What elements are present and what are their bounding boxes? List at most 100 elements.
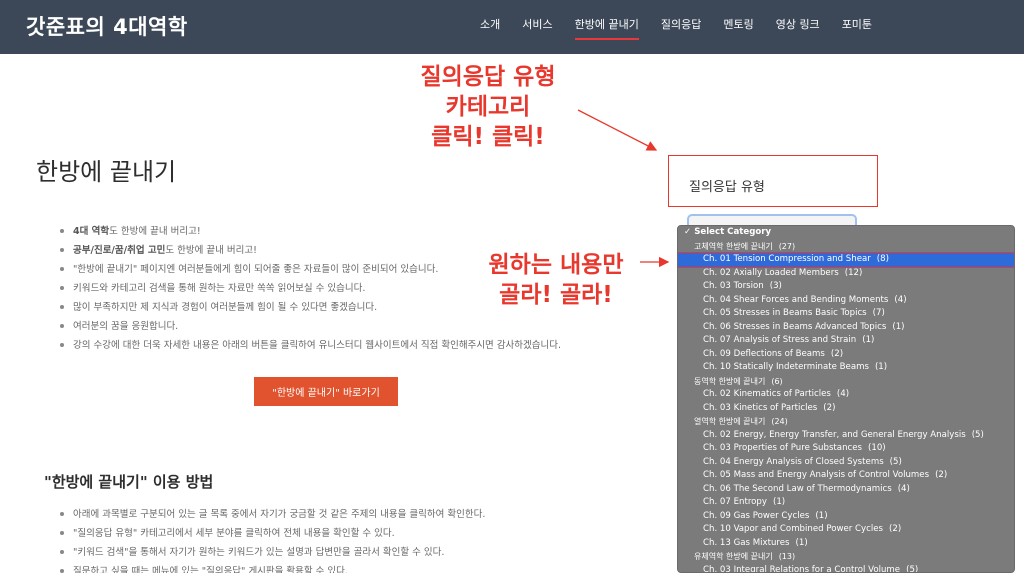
category-option[interactable]: Ch. 02 Energy, Energy Transfer, and Gene… xyxy=(678,429,1014,443)
option-label: Ch. 05 Mass and Energy Analysis of Contr… xyxy=(703,470,930,480)
category-option[interactable]: Ch. 03 Kinetics of Particles (2) xyxy=(678,402,1014,416)
option-count: (4) xyxy=(897,483,910,494)
option-label: Ch. 03 Properties of Pure Substances xyxy=(703,443,863,453)
option-count: (1) xyxy=(862,335,875,345)
annotation-line: 카테고리 xyxy=(445,94,531,120)
category-group-item[interactable]: 유체역학 한방에 끝내기 (13) xyxy=(678,550,1014,564)
top-navbar: 갓준표의 4대역학 소개 서비스 한방에 끝내기 질의응답 멘토링 영상 링크 포미툰 xyxy=(0,0,1024,54)
howto-item: 질문하고 싶을 때는 메뉴에 있는 "질의응답" 게시판을 활용할 수 있다. xyxy=(58,562,638,573)
intro-item-text: 여러분의 꿈을 응원합니다. xyxy=(73,321,179,332)
howto-list: 아래에 과목별로 구분되어 있는 글 목록 중에서 자기가 궁금할 것 같은 주… xyxy=(58,505,638,573)
option-count: (27) xyxy=(778,241,796,251)
annotation-line: 클릭! 클릭! xyxy=(431,124,545,150)
category-option[interactable]: Ch. 07 Entropy (1) xyxy=(678,496,1014,510)
intro-item-text: 도 한방에 끝내 버리고! xyxy=(165,245,257,256)
category-option[interactable]: Ch. 07 Analysis of Stress and Strain (1) xyxy=(678,334,1014,348)
option-label: Ch. 07 Analysis of Stress and Strain xyxy=(703,335,857,345)
category-option[interactable]: Ch. 04 Energy Analysis of Closed Systems… xyxy=(678,456,1014,470)
category-group-item[interactable]: 열역학 한방에 끝내기 (24) xyxy=(678,415,1014,429)
category-option[interactable]: Ch. 04 Shear Forces and Bending Moments (… xyxy=(678,294,1014,308)
intro-item-text: 강의 수강에 대한 더욱 자세한 내용은 아래의 버튼을 클릭하여 유니스터디 … xyxy=(73,340,562,351)
category-option[interactable]: Ch. 05 Mass and Energy Analysis of Contr… xyxy=(678,469,1014,483)
option-count: (24) xyxy=(771,417,788,426)
option-count: (4) xyxy=(894,294,907,305)
annotation-line: 질의응답 유형 xyxy=(420,64,556,90)
category-option[interactable]: Ch. 05 Stresses in Beams Basic Topics (7) xyxy=(678,307,1014,321)
intro-item-text: 많이 부족하지만 제 지식과 경험이 여러분들께 힘이 될 수 있다면 좋겠습니… xyxy=(73,302,378,313)
annotation-click-category: 질의응답 유형 카테고리 클릭! 클릭! xyxy=(398,62,578,152)
option-count: (1) xyxy=(772,497,786,507)
option-count: (4) xyxy=(836,389,850,399)
option-count: (2) xyxy=(889,524,902,534)
intro-item-text: 도 한방에 끝내 버리고! xyxy=(109,226,201,237)
intro-item: 강의 수강에 대한 더욱 자세한 내용은 아래의 버튼을 클릭하여 유니스터디 … xyxy=(58,336,638,355)
option-label: Ch. 10 Statically Indeterminate Beams xyxy=(703,362,869,372)
option-label: Ch. 13 Gas Mixtures xyxy=(703,537,790,548)
category-group-item[interactable]: 고체역학 한방에 끝내기 (27) xyxy=(678,240,1014,254)
option-label: Ch. 01 Tension Compression and Shear xyxy=(703,254,871,264)
go-to-unistudy-button[interactable]: "한방에 끝내기" 바로가기 xyxy=(254,377,398,406)
option-label: Ch. 05 Stresses in Beams Basic Topics xyxy=(703,308,867,318)
option-count: (1) xyxy=(892,321,905,332)
nav-item[interactable]: 서비스 xyxy=(522,16,552,40)
category-option[interactable]: Ch. 01 Tension Compression and Shear (8) xyxy=(678,252,1014,268)
category-option[interactable]: Ch. 02 Kinematics of Particles (4) xyxy=(678,388,1014,402)
option-label: Ch. 07 Entropy xyxy=(703,497,767,507)
intro-item-text: 키워드와 카테고리 검색을 통해 원하는 자료만 쏙쏙 읽어보실 수 있습니다. xyxy=(73,283,366,294)
nav-item[interactable]: 질의응답 xyxy=(661,16,701,40)
select-category-option[interactable]: ✓ Select Category xyxy=(678,226,1014,240)
nav-item[interactable]: 영상 링크 xyxy=(776,16,820,40)
nav-item[interactable]: 멘토링 xyxy=(723,16,753,40)
option-count: (1) xyxy=(874,362,888,372)
howto-item: "키워드 검색"을 통해서 자기가 원하는 키워드가 있는 설명과 답변만을 골… xyxy=(58,543,638,562)
option-label: Ch. 09 Deflections of Beams xyxy=(703,348,825,359)
option-count: (5) xyxy=(889,456,902,467)
intro-item-text: "한방에 끝내기" 페이지엔 여러분들에게 힘이 되어줄 좋은 자료들이 많이 … xyxy=(73,264,439,275)
category-option[interactable]: Ch. 03 Torsion (3) xyxy=(678,280,1014,294)
annotation-pick-content: 원하는 내용만 골라! 골라! xyxy=(472,250,640,310)
howto-item: "질의응답 유형" 카테고리에서 세부 분야를 클릭하여 전체 내용을 확인할 … xyxy=(58,524,638,543)
howto-title: "한방에 끝내기" 이용 방법 xyxy=(44,473,214,491)
category-option[interactable]: Ch. 09 Gas Power Cycles (1) xyxy=(678,510,1014,524)
option-count: (7) xyxy=(872,308,885,318)
option-label: 고체역학 한방에 끝내기 xyxy=(694,241,773,251)
option-label: Ch. 04 Energy Analysis of Closed Systems xyxy=(703,456,884,467)
intro-item-emphasis: 공부/진로/꿈/취업 고민 xyxy=(73,245,166,256)
option-label: 유체역학 한방에 끝내기 xyxy=(694,552,773,561)
nav-item[interactable]: 소개 xyxy=(480,16,500,40)
category-group-item[interactable]: 동역학 한방에 끝내기 (6) xyxy=(678,375,1014,389)
option-count: (6) xyxy=(771,376,783,386)
page-title: 한방에 끝내기 xyxy=(36,158,177,186)
option-label: Ch. 09 Gas Power Cycles xyxy=(703,510,810,521)
option-count: (13) xyxy=(778,552,796,561)
option-label: 동역학 한방에 끝내기 xyxy=(694,376,766,386)
option-label: Ch. 02 Axially Loaded Members xyxy=(703,267,839,278)
category-dropdown[interactable]: ✓ Select Category 고체역학 한방에 끝내기 (27) Ch. 01 … xyxy=(677,225,1015,573)
sidebar-category-widget: 질의응답 유형 xyxy=(668,155,878,207)
option-count: (5) xyxy=(906,564,919,573)
nav-item[interactable]: 포미툰 xyxy=(842,16,872,40)
category-option[interactable]: Ch. 03 Integral Relations for a Control … xyxy=(678,564,1014,573)
category-option[interactable]: Ch. 03 Properties of Pure Substances (10) xyxy=(678,442,1014,456)
option-label: Ch. 04 Shear Forces and Bending Moments xyxy=(703,294,889,305)
intro-item: 4대 역학도 한방에 끝내 버리고! xyxy=(58,222,638,241)
option-label: Ch. 06 The Second Law of Thermodynamics xyxy=(703,483,892,494)
option-label: Ch. 03 Torsion xyxy=(703,281,764,291)
nav-item[interactable]: 한방에 끝내기 xyxy=(574,16,639,40)
site-logo[interactable]: 갓준표의 4대역학 xyxy=(26,11,188,41)
category-option[interactable]: Ch. 09 Deflections of Beams (2) xyxy=(678,348,1014,362)
annotation-line: 골라! 골라! xyxy=(499,282,613,308)
category-option[interactable]: Ch. 02 Axially Loaded Members (12) xyxy=(678,267,1014,281)
category-option[interactable]: Ch. 10 Vapor and Combined Power Cycles (2… xyxy=(678,523,1014,537)
intro-item: 여러분의 꿈을 응원합니다. xyxy=(58,317,638,336)
option-label: Ch. 03 Kinetics of Particles xyxy=(703,402,818,413)
option-count: (10) xyxy=(868,443,886,453)
option-label: Ch. 02 Kinematics of Particles xyxy=(703,389,831,399)
category-option[interactable]: Ch. 06 The Second Law of Thermodynamics (… xyxy=(678,483,1014,497)
option-count: (2) xyxy=(823,402,836,413)
category-option[interactable]: Ch. 10 Statically Indeterminate Beams (1) xyxy=(678,361,1014,375)
category-option[interactable]: Ch. 06 Stresses in Beams Advanced Topics… xyxy=(678,321,1014,335)
category-option[interactable]: Ch. 13 Gas Mixtures (1) xyxy=(678,537,1014,551)
option-label: Ch. 02 Energy, Energy Transfer, and Gene… xyxy=(703,429,966,440)
intro-item-emphasis: 4대 역학 xyxy=(73,226,110,237)
